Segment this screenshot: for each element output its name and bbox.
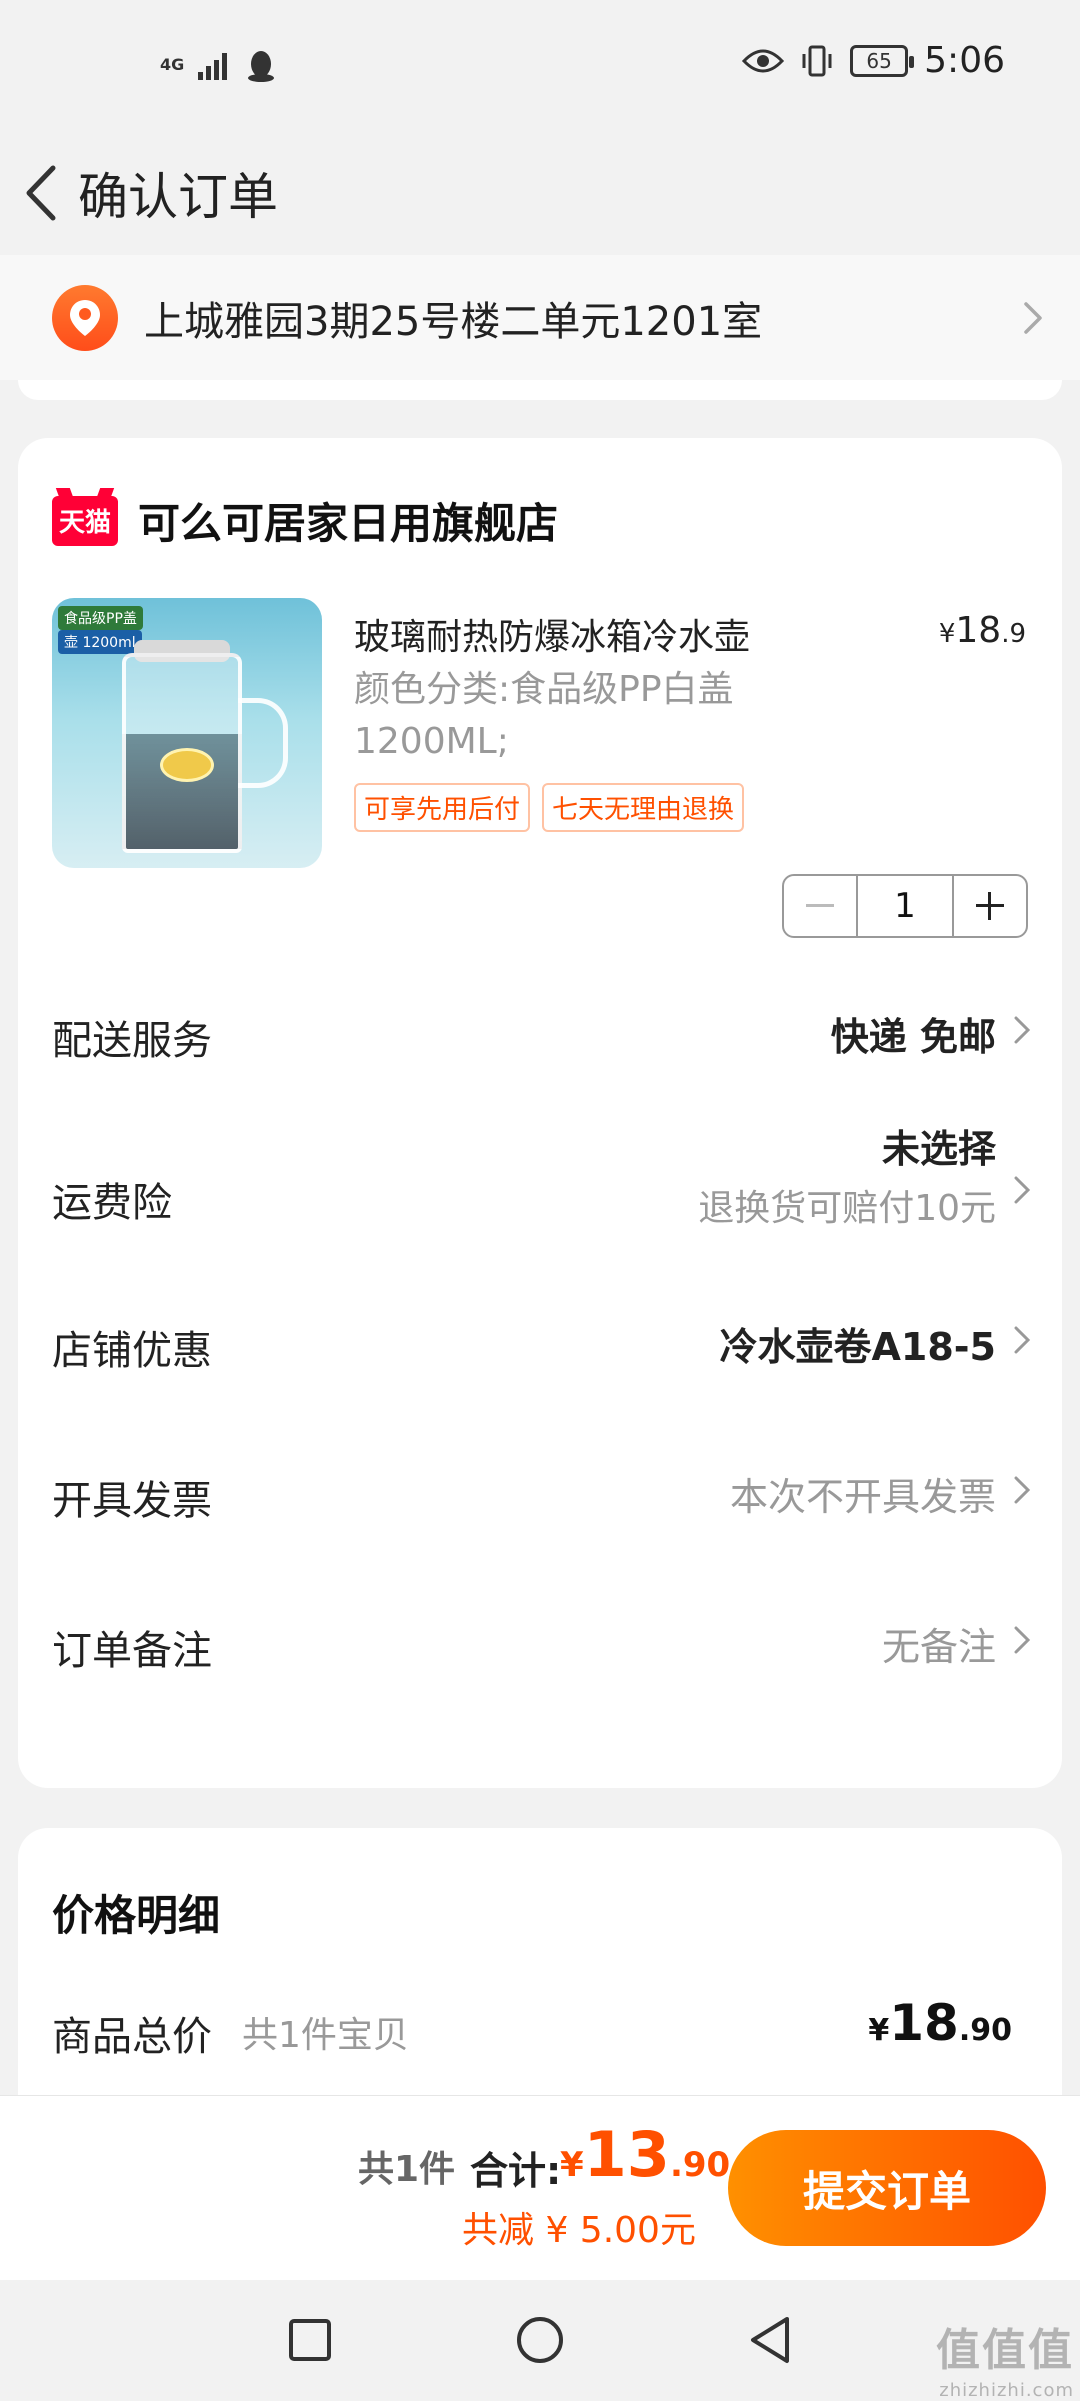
home-button[interactable]: [508, 2308, 572, 2372]
quantity-stepper: 1: [782, 874, 1028, 938]
option-row-shipping-insurance[interactable]: 运费险 未选择 退换货可赔付10元: [18, 1118, 1062, 1258]
vibrate-icon: [802, 45, 832, 76]
option-label: 开具发票: [52, 1478, 212, 1524]
page-title: 确认订单: [78, 167, 278, 226]
chevron-right-icon: [1014, 1016, 1031, 1044]
option-label: 订单备注: [52, 1628, 212, 1674]
signal-icon: [198, 53, 228, 80]
checkout-total-decimal: .90: [669, 2145, 731, 2185]
option-value: 本次不开具发票: [729, 1475, 996, 1519]
option-row-delivery[interactable]: [18, 652, 1062, 752]
battery-indicator: 65: [850, 44, 915, 77]
subtotal-currency: ¥: [868, 2013, 890, 2048]
plus-icon: [976, 892, 1004, 920]
circle-icon: [517, 2317, 563, 2363]
network-type: 4G: [160, 55, 185, 74]
eye-icon: [742, 49, 785, 72]
recent-apps-button[interactable]: [278, 2308, 342, 2372]
store-header[interactable]: 天猫 可么可居家日用旗舰店: [52, 490, 558, 551]
product-image-capacity-tag: 壶 1200ml: [58, 630, 142, 654]
option-value-block: 未选择 退换货可赔付10元: [698, 1118, 996, 1231]
tmall-badge-text: 天猫: [58, 508, 111, 538]
battery-level: 65: [866, 48, 892, 73]
location-pin-icon: [52, 284, 118, 351]
chevron-right-icon: [1024, 301, 1042, 334]
watermark: 值值值 zhizhizhi.com: [936, 2314, 1074, 2401]
qq-penguin-icon: [248, 51, 275, 82]
checkout-total-integer: 13: [583, 2118, 670, 2191]
checkout-total: ¥13.90: [560, 2118, 730, 2191]
option-row-delivery[interactable]: 配送服务 快递 免邮: [18, 978, 1062, 1078]
product-tag: 可享先用后付: [354, 783, 531, 832]
chevron-right-icon: [1014, 1326, 1031, 1354]
back-button[interactable]: [10, 153, 70, 233]
page-header: 确认订单: [0, 130, 1080, 255]
address-text: 上城雅园3期25号楼二单元1201室: [144, 298, 763, 345]
checkout-bar: 共1件 合计: ¥13.90 共减 ¥ 5.00元 提交订单: [0, 2095, 1080, 2280]
option-value: 快递 免邮: [830, 1015, 996, 1059]
price-detail-card: 价格明细 商品总价 共1件宝贝 ¥18.90: [18, 1828, 1062, 2128]
option-value: 冷水壶卷A18-5: [719, 1325, 996, 1369]
subtotal-decimal: .90: [958, 2013, 1012, 2048]
option-subtext: 退换货可赔付10元: [698, 1188, 996, 1229]
address-card-edge: [18, 380, 1062, 400]
chevron-right-icon: [1014, 1476, 1031, 1504]
option-label: 运费险: [52, 1180, 172, 1226]
status-right: 65 5:06: [742, 40, 1005, 81]
chevron-right-icon: [1014, 1176, 1031, 1204]
increase-quantity-button[interactable]: [954, 876, 1026, 936]
store-name: 可么可居家日用旗舰店: [138, 499, 559, 548]
lemon-slice-shape: [160, 748, 214, 782]
option-value: 未选择: [881, 1127, 996, 1171]
option-label: 店铺优惠: [52, 1328, 212, 1374]
product-price-currency: ¥: [938, 619, 956, 649]
product-image-tag: 食品级PP盖: [58, 606, 143, 630]
product-price-decimal: .9: [1001, 619, 1026, 649]
clock: 5:06: [924, 40, 1005, 81]
subtotal-integer: 18: [889, 1994, 959, 2052]
option-row-order-note[interactable]: 订单备注 无备注: [18, 1588, 1062, 1688]
option-label: 配送服务: [52, 1018, 212, 1064]
watermark-main: 值值值: [936, 2325, 1074, 2376]
watermark-sub: zhizhizhi.com: [939, 2380, 1074, 2401]
product-tag: 七天无理由退换: [542, 783, 745, 832]
price-detail-title: 价格明细: [52, 1891, 221, 1940]
option-row-invoice[interactable]: 开具发票 本次不开具发票: [18, 1438, 1062, 1538]
subtotal-label: 商品总价: [52, 2014, 212, 2060]
chevron-right-icon: [1014, 1626, 1031, 1654]
option-row-store-coupon[interactable]: 店铺优惠 冷水壶卷A18-5: [18, 1288, 1062, 1388]
product-price-integer: 18: [955, 610, 1002, 651]
option-value: 无备注: [881, 1625, 996, 1669]
subtotal-item-count: 共1件宝贝: [242, 2015, 409, 2056]
address-selector[interactable]: 上城雅园3期25号楼二单元1201室: [0, 255, 1080, 380]
product-tags: 可享先用后付 七天无理由退换: [354, 783, 745, 832]
chevron-left-icon: [26, 165, 56, 220]
subtotal-value: ¥18.90: [868, 1994, 1012, 2052]
minus-icon: [806, 904, 834, 907]
checkout-item-count: 共1件: [358, 2149, 456, 2190]
square-icon: [289, 2319, 331, 2361]
decrease-quantity-button[interactable]: [784, 876, 856, 936]
status-bar: 4G 65 5:06: [0, 0, 1080, 130]
checkout-discount: 共减 ¥ 5.00元: [462, 2210, 696, 2251]
triangle-back-icon: [751, 2317, 789, 2363]
product-price: ¥18.9: [939, 610, 1026, 651]
store-order-card: 天猫 可么可居家日用旗舰店 食品级PP盖 壶 1200ml 玻璃耐热防爆冰箱冷水…: [18, 438, 1062, 1788]
system-nav-bar: 值值值 zhizhizhi.com: [0, 2280, 1080, 2401]
checkout-total-label: 合计:: [470, 2149, 562, 2193]
quantity-value[interactable]: 1: [856, 876, 954, 936]
back-nav-button[interactable]: [738, 2308, 802, 2372]
status-left: 4G: [160, 48, 276, 82]
tmall-logo-icon: 天猫: [52, 495, 118, 546]
submit-order-button[interactable]: 提交订单: [728, 2130, 1046, 2246]
checkout-total-currency: ¥: [560, 2145, 584, 2185]
